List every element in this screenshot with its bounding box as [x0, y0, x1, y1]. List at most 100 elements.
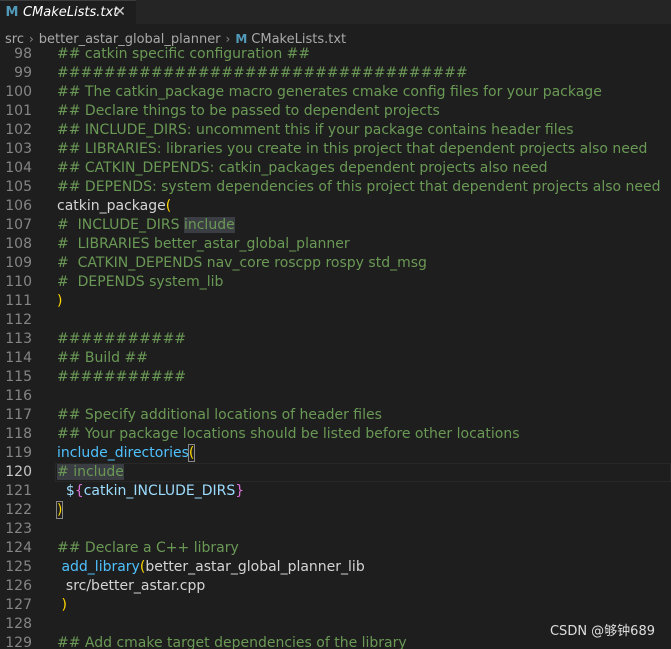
code-text: # INCLUDE_DIRS include — [57, 216, 235, 235]
code-text: src/better_astar.cpp — [57, 577, 205, 596]
line-number: 123 — [5, 521, 32, 537]
line-number: 112 — [5, 312, 32, 328]
code-token: ########### — [57, 369, 187, 385]
code-line[interactable]: 104 ## CATKIN_DEPENDS: catkin_packages de… — [0, 159, 671, 178]
code-text: ## Build ## — [57, 349, 148, 368]
code-line[interactable]: 121 ${catkin_INCLUDE_DIRS} — [0, 482, 671, 501]
code-line[interactable]: 102 ## INCLUDE_DIRS: uncomment this if yo… — [0, 121, 671, 140]
code-line[interactable]: 110 # DEPENDS system_lib — [0, 273, 671, 292]
line-number: 119 — [5, 445, 32, 461]
code-text: ## LIBRARIES: libraries you create in th… — [57, 140, 647, 159]
line-number: 101 — [5, 103, 32, 119]
code-text: ## Your package locations should be list… — [57, 425, 520, 444]
code-text: ## Declare a C++ library — [57, 539, 239, 558]
line-number: 124 — [5, 540, 32, 556]
code-text: add_library(better_astar_global_planner_… — [57, 558, 364, 577]
code-line[interactable]: 126 src/better_astar.cpp — [0, 577, 671, 596]
code-token: ## LIBRARIES: libraries you create in th… — [57, 141, 648, 157]
chevron-right-icon: › — [225, 32, 231, 46]
line-number: 125 — [5, 559, 32, 575]
code-token: catkin_package — [57, 198, 166, 214]
code-token: # — [57, 464, 74, 480]
code-token: # LIBRARIES better_astar_global_planner — [57, 236, 350, 252]
code-line[interactable]: 105 ## DEPENDS: system dependencies of th… — [0, 178, 671, 197]
watermark: CSDN @够钟689 — [549, 624, 655, 639]
code-token: ## DEPENDS: system dependencies of this … — [57, 179, 661, 195]
code-line[interactable]: 108 # LIBRARIES better_astar_global_plann… — [0, 235, 671, 254]
breadcrumb-item-src[interactable]: src — [5, 32, 24, 47]
code-text: catkin_package( — [57, 197, 171, 216]
code-token: ## Declare a C++ library — [57, 540, 239, 556]
code-line[interactable]: 124 ## Declare a C++ library — [0, 539, 671, 558]
code-token: ## Build ## — [57, 350, 148, 366]
breadcrumb-item-folder[interactable]: better_astar_global_planner — [39, 32, 221, 47]
code-line[interactable]: 106 catkin_package( — [0, 197, 671, 216]
code-text: ## INCLUDE_DIRS: uncomment this if your … — [57, 121, 574, 140]
close-icon[interactable]: ✕ — [112, 4, 128, 20]
code-line[interactable]: 127 ) — [0, 596, 671, 615]
code-token: ########### — [57, 331, 187, 347]
line-number: 103 — [5, 141, 32, 157]
code-token: src/better_astar.cpp — [57, 578, 206, 594]
code-line[interactable]: 114 ## Build ## — [0, 349, 671, 368]
code-line[interactable]: 111) — [0, 292, 671, 311]
line-number: 114 — [5, 350, 32, 366]
code-token: ## INCLUDE_DIRS: uncomment this if your … — [57, 122, 574, 138]
code-line[interactable]: 123 — [0, 520, 671, 539]
code-line[interactable]: 122) — [0, 501, 671, 520]
code-token: # DEPENDS system_lib — [57, 274, 224, 290]
line-number: 102 — [5, 122, 32, 138]
chevron-right-icon: › — [28, 32, 34, 46]
code-line[interactable]: 98 ## catkin specific configuration ## — [0, 47, 671, 64]
code-text: ## Add cmake target dependencies of the … — [57, 634, 407, 649]
code-line[interactable]: 116 — [0, 387, 671, 406]
code-line[interactable]: 100 ## The catkin_package macro generates… — [0, 83, 671, 102]
code-line[interactable]: 101 ## Declare things to be passed to dep… — [0, 102, 671, 121]
cmake-file-icon: M — [235, 32, 248, 46]
line-number: 118 — [5, 426, 32, 442]
line-number: 115 — [5, 369, 32, 385]
code-line[interactable]: 107 # INCLUDE_DIRS include — [0, 216, 671, 235]
code-line[interactable]: 115 ########### — [0, 368, 671, 387]
tab-label: CMakeLists.txt — [23, 5, 119, 20]
code-token: } — [235, 483, 245, 499]
line-number: 113 — [5, 331, 32, 347]
code-token: ) — [57, 597, 67, 613]
code-text: ) — [57, 292, 62, 311]
code-token: ) — [57, 293, 63, 309]
code-token: add_library — [57, 559, 140, 575]
line-number: 104 — [5, 160, 32, 176]
code-text: ## Specify additional locations of heade… — [57, 406, 382, 425]
code-line[interactable]: 125 add_library(better_astar_global_plan… — [0, 558, 671, 577]
code-token: ) — [55, 501, 64, 519]
code-token: $ — [57, 483, 75, 499]
line-number: 109 — [5, 255, 32, 271]
code-token: ## Declare things to be passed to depend… — [57, 103, 440, 119]
line-number: 126 — [5, 578, 32, 594]
code-line[interactable]: 103 ## LIBRARIES: libraries you create in… — [0, 140, 671, 159]
code-editor[interactable]: 98 ## catkin specific configuration ## 99 #… — [0, 47, 671, 649]
cmake-file-icon: M — [5, 5, 19, 20]
line-number: 122 — [5, 502, 32, 518]
code-line[interactable]: 120 # include — [0, 463, 671, 482]
tab-cmakelists[interactable]: M CMakeLists.txt ✕ — [0, 0, 136, 24]
code-line[interactable]: 117 ## Specify additional locations of he… — [0, 406, 671, 425]
line-number: 116 — [5, 388, 32, 404]
code-token: include_directories — [57, 445, 189, 461]
line-number: 127 — [5, 597, 32, 613]
code-text: ## DEPENDS: system dependencies of this … — [57, 178, 661, 197]
code-token: # INCLUDE_DIRS — [57, 217, 184, 233]
code-line[interactable]: 99 ################################### — [0, 64, 671, 83]
code-token: ## The catkin_package macro generates cm… — [57, 84, 602, 100]
code-line[interactable]: 109 # CATKIN_DEPENDS nav_core roscpp rosp… — [0, 254, 671, 273]
code-line[interactable]: 118 ## Your package locations should be l… — [0, 425, 671, 444]
code-text: # CATKIN_DEPENDS nav_core roscpp rospy s… — [57, 254, 427, 273]
code-line[interactable]: 113 ########### — [0, 330, 671, 349]
code-line[interactable]: 112 — [0, 311, 671, 330]
breadcrumb-item-file[interactable]: CMakeLists.txt — [251, 32, 346, 47]
line-number: 98 — [14, 47, 32, 62]
code-line[interactable]: 119 include_directories( — [0, 444, 671, 463]
code-text: # DEPENDS system_lib — [57, 273, 223, 292]
code-text: ## CATKIN_DEPENDS: catkin_packages depen… — [57, 159, 548, 178]
code-text: ################################### — [57, 64, 468, 83]
